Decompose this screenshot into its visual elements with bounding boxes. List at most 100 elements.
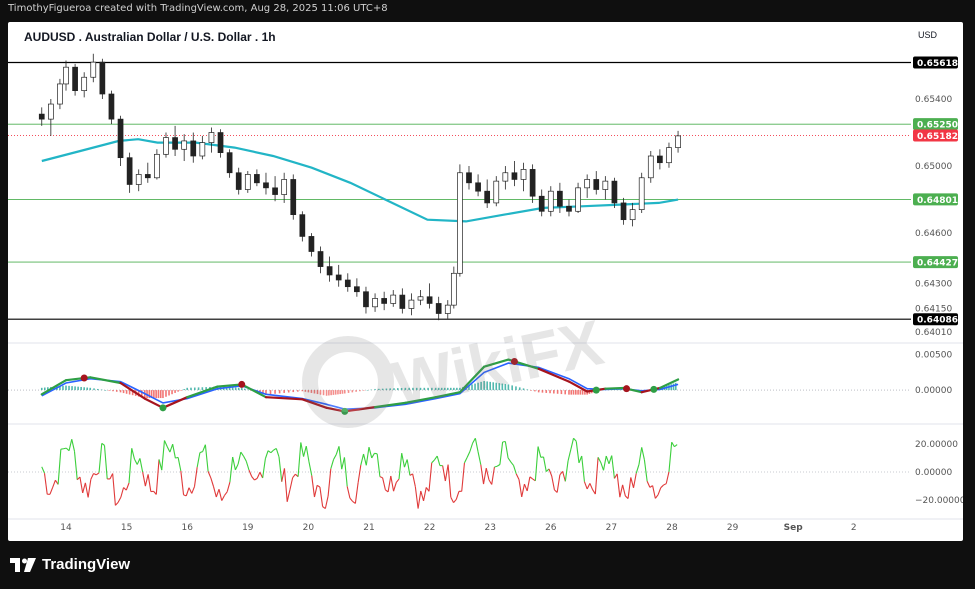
oscillator-segment (226, 481, 231, 492)
macd-histogram-bar (62, 385, 64, 391)
oscillator-segment (240, 451, 245, 457)
candle-body (326, 266, 333, 276)
macd-histogram-bar (128, 390, 131, 395)
candle-body (72, 66, 78, 91)
oscillator-segment (537, 446, 542, 458)
candle (602, 176, 609, 200)
oscillator-segment (207, 471, 212, 479)
candle (63, 60, 69, 91)
candle-body (363, 291, 369, 308)
macd-histogram-bar (65, 385, 67, 391)
oscillator-segment (581, 455, 585, 482)
oscillator-segment (371, 453, 375, 459)
oscillator-segment (270, 449, 274, 454)
oscillator-segment (131, 448, 136, 460)
oscillator-segment (469, 442, 474, 452)
oscillator-segment (474, 438, 479, 453)
oscillator-segment (49, 487, 54, 495)
macd-histogram-bar (162, 390, 164, 399)
oscillator-segment (103, 445, 108, 479)
oscillator-segment (499, 441, 504, 465)
macd-cross-up-dot (592, 386, 600, 394)
candle (326, 256, 333, 282)
macd-histogram-bar (174, 390, 176, 393)
candle (244, 171, 251, 193)
candle (135, 169, 142, 192)
wikifx-watermark: WikiFX (302, 306, 609, 428)
macd-histogram-bar (125, 390, 128, 394)
candle (611, 177, 618, 208)
oscillator-segment (602, 455, 607, 471)
candle-body (638, 177, 645, 210)
candle-body (317, 251, 324, 267)
candle-body (566, 205, 572, 212)
chart-svg[interactable]: 0.65618 0.65250 0.64801 0.64427 0.64086 0.651… (8, 22, 963, 541)
oscillator-segment (641, 447, 645, 461)
candle (666, 142, 672, 168)
oscillator-segment (142, 472, 146, 487)
oscillator-segment (278, 456, 283, 482)
macd-histogram-bar (93, 388, 95, 391)
oscillator-segment (646, 481, 651, 488)
oscillator-segment (518, 479, 523, 497)
x-tick-label: Sep (784, 523, 804, 533)
candle-body (475, 182, 481, 192)
oscillator-segment (158, 459, 163, 471)
oscillator-segment (267, 450, 272, 454)
oscillator-segment (455, 491, 460, 500)
oscillator-segment (363, 453, 367, 466)
candle (399, 288, 406, 314)
candle-body (335, 274, 342, 281)
oscillator-segment (551, 475, 555, 491)
horizontal-levels: 0.65618 0.65250 0.64801 0.64427 0.64086 0.651… (8, 56, 958, 326)
candle (235, 167, 242, 195)
candle-body (381, 298, 387, 304)
macd-histogram-bar (577, 390, 579, 395)
chart-frame[interactable]: 0.65618 0.65250 0.64801 0.64427 0.64086 0.651… (8, 22, 963, 541)
oscillator-segment (333, 454, 337, 460)
oscillator-panel (8, 437, 911, 510)
candle-body (520, 169, 527, 180)
macd-histogram-bar (237, 387, 240, 391)
oscillator-segment (215, 489, 220, 498)
oscillator-segment (382, 477, 386, 490)
candle (629, 202, 636, 227)
macd-histogram-bar (234, 387, 237, 391)
macd-histogram-bar (122, 390, 125, 394)
candle-body (308, 236, 315, 252)
macd-histogram-bar (560, 390, 563, 395)
candle (217, 129, 224, 158)
macd-line-segment (89, 376, 122, 385)
oscillator-segment (73, 451, 78, 480)
oscillator-segment (660, 484, 664, 489)
candle-body (199, 142, 206, 157)
macd-histogram-bar (100, 389, 103, 391)
oscillator-segment (663, 483, 667, 486)
oscillator-segment (300, 442, 305, 457)
candle (108, 90, 115, 125)
oscillator-segment (668, 442, 673, 472)
candle (363, 286, 369, 314)
oscillator-segment (622, 484, 626, 497)
candle-body (154, 153, 160, 179)
candle-body (90, 61, 97, 78)
candle-body (63, 66, 69, 85)
macd-histogram-bar (240, 387, 243, 391)
tradingview-brand[interactable]: TradingView (10, 556, 130, 573)
candle (466, 166, 472, 190)
candle-body (299, 214, 306, 237)
macd-histogram-bar (77, 386, 79, 391)
oscillator-segment (526, 476, 531, 492)
oscillator-segment (564, 460, 569, 482)
macd-histogram-bar (86, 387, 89, 391)
macd-histogram-bar (71, 386, 73, 391)
oscillator-segment (480, 464, 485, 485)
oscillator-segment (444, 464, 449, 482)
oscillator-segment (199, 451, 203, 454)
oscillator-segment (305, 446, 310, 463)
tradingview-logo-icon (10, 557, 36, 572)
macd-histogram-bar (112, 390, 114, 392)
level-badge-label: 0.64086 (917, 316, 958, 326)
candle-body (226, 152, 233, 174)
oscillator-segment (643, 459, 648, 482)
